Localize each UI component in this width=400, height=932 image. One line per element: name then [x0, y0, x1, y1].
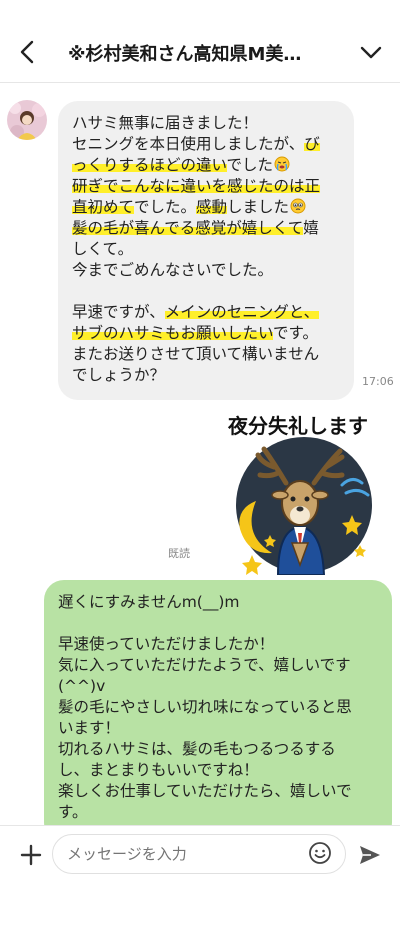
message-line: 楽しくお仕事していただけたら、嬉しいで	[58, 782, 352, 800]
outgoing-message[interactable]: 遅くにすみませんm(__)m 早速使っていただけましたか！ 気に入っていただけたよ…	[44, 580, 392, 825]
message-line: 切れるハサミは、髪の毛もつるつるする	[58, 740, 336, 758]
avatar[interactable]	[7, 100, 47, 140]
message-input-bar	[0, 825, 400, 884]
read-receipt: 既読	[168, 547, 190, 560]
plus-icon[interactable]	[18, 842, 44, 868]
sticker-text: 夜分失礼します	[227, 414, 368, 438]
message-line	[58, 613, 378, 634]
incoming-message[interactable]: ハサミ無事に届きました！ セニングを本日使用しましたが、びっくりするほどの違いでし…	[58, 101, 354, 400]
chat-title: ※杉村美和さん高知県M美…	[68, 44, 302, 65]
message-line: でしょうか？	[72, 366, 166, 384]
message-line: います！	[58, 719, 121, 737]
message-line: っくりするほどの違いでした	[72, 155, 340, 176]
message-line: し、まとまりもいいですね！	[58, 761, 259, 779]
message-line: セニングを本日使用しましたが、び	[72, 135, 320, 153]
message-line: 直初めてでした。感動しました	[72, 197, 340, 218]
message-line: す。	[58, 803, 88, 821]
message-line: サブのハサミもお願いしたいです。	[72, 324, 318, 342]
message-line	[72, 281, 340, 302]
message-line: またお送りさせて頂いて構いません	[72, 345, 320, 363]
message-line: 髪の毛にやさしい切れ味になっていると思	[58, 698, 352, 716]
message-line: 早速使っていただけましたか！	[58, 635, 275, 653]
message-timestamp: 17:06	[362, 375, 394, 388]
smiley-icon[interactable]	[308, 841, 332, 865]
deer-sticker[interactable]: 夜分失礼します	[212, 405, 384, 575]
chat-messages[interactable]: ハサミ無事に届きました！ セニングを本日使用しましたが、びっくりするほどの違いでし…	[0, 83, 400, 825]
message-line: 今までごめんなさいでした。	[72, 261, 274, 279]
message-input[interactable]	[52, 834, 346, 874]
chevron-down-icon[interactable]	[358, 40, 384, 66]
send-icon[interactable]	[357, 842, 383, 868]
message-line: 気に入っていただけたようで、嬉しいです	[58, 656, 351, 674]
message-line: 遅くにすみませんm(__)m	[58, 593, 240, 611]
back-arrow-icon[interactable]	[14, 38, 42, 66]
message-line: ハサミ無事に届きました！	[72, 114, 259, 132]
crying-face-emoji	[274, 156, 290, 172]
message-line: 早速ですが、メインのセニングと、	[72, 303, 320, 321]
chat-header: ※杉村美和さん高知県M美…	[0, 0, 400, 83]
bottom-safe-area	[0, 884, 400, 932]
message-line: 髪の毛が喜んでる感覚が嬉しくて嬉	[72, 219, 319, 237]
message-line: (^^)v	[58, 677, 106, 695]
message-line: しくて。	[72, 240, 134, 258]
message-line: 研ぎでこんなに違いを感じたのは正	[72, 177, 321, 195]
pleading-face-emoji	[290, 198, 306, 214]
